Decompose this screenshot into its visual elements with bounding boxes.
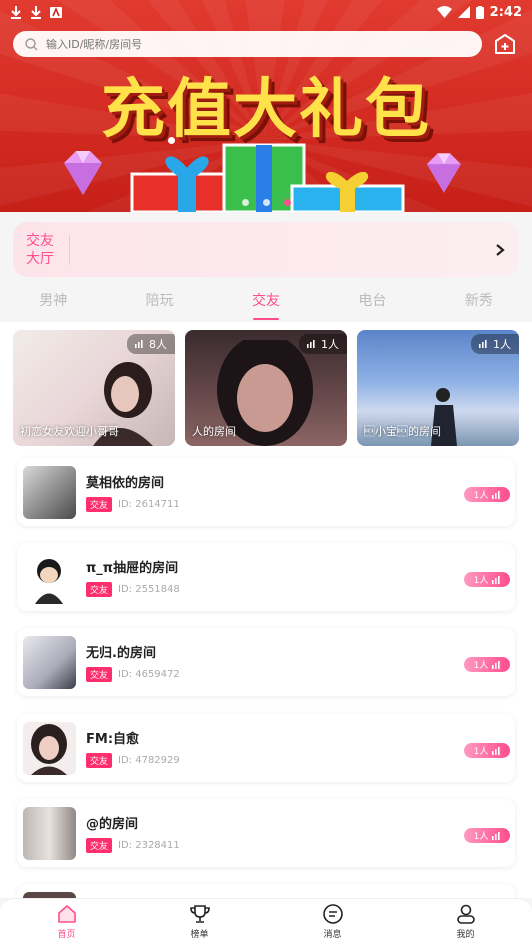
room-row[interactable]: π_π抽屉的房间 交友 ID: 2551848 1人 <box>17 543 515 611</box>
bars-icon <box>307 340 315 348</box>
room-tag: 交友 <box>86 838 113 853</box>
bars-icon <box>479 340 487 348</box>
tab-male-god[interactable]: 男神 <box>0 286 106 320</box>
tab-dating[interactable]: 交友 <box>213 286 319 320</box>
bars-icon <box>492 490 500 499</box>
nav-messages[interactable]: 消息 <box>266 899 399 944</box>
gift-blue-icon <box>290 172 405 212</box>
room-avatar <box>23 806 76 860</box>
room-row[interactable]: @的房间 交友 ID: 2328411 1人 <box>17 799 515 867</box>
message-icon <box>322 904 343 924</box>
bars-icon <box>492 831 500 840</box>
room-avatar <box>23 721 76 775</box>
online-badge: 1人 <box>464 743 510 758</box>
carousel-dot[interactable] <box>262 199 270 206</box>
room-title: 莫相依的房间 <box>86 476 165 491</box>
room-title: FM:自愈 <box>86 732 140 747</box>
category-tabs: 男神 陪玩 交友 电台 新秀 <box>0 286 532 320</box>
status-time: 2:42 <box>489 4 522 20</box>
nav-home[interactable]: 首页 <box>0 899 133 944</box>
room-list-area: 8人 初恋女友欢迎小哥哥 1人 人的房间 1人 小宝的房间 莫相依的房间 <box>0 322 532 898</box>
signal-icon <box>457 6 470 18</box>
download-icon <box>31 5 41 19</box>
room-online-count: 8人 <box>127 334 175 354</box>
room-name: 初恋女友欢迎小哥哥 <box>20 425 119 438</box>
featured-room-card[interactable]: 8人 初恋女友欢迎小哥哥 <box>13 330 175 446</box>
nav-profile[interactable]: 我的 <box>399 899 532 944</box>
search-input[interactable] <box>46 37 446 51</box>
bars-icon <box>492 660 500 669</box>
bars-icon <box>492 575 500 584</box>
banner-title: 充值大礼包 <box>101 73 431 147</box>
status-notifications <box>10 5 62 19</box>
download-icon <box>11 5 21 19</box>
profile-icon <box>456 904 475 924</box>
room-online-count: 1人 <box>299 334 347 354</box>
room-row[interactable]: 莫相依的房间 交友 ID: 2614711 1人 <box>17 458 515 526</box>
tab-radio[interactable]: 电台 <box>319 286 425 320</box>
featured-rooms: 8人 初恋女友欢迎小哥哥 1人 人的房间 1人 小宝的房间 <box>13 330 519 446</box>
status-bar: 2:42 <box>0 0 532 24</box>
create-room-icon[interactable] <box>493 32 517 56</box>
room-tag: 交友 <box>86 667 113 682</box>
carousel-dot[interactable] <box>241 199 249 206</box>
carousel-indicator <box>0 199 532 206</box>
hall-divider <box>69 234 70 265</box>
room-row-partial[interactable] <box>17 884 515 898</box>
room-avatar <box>23 635 76 689</box>
bottom-navigation: 首页 榜单 消息 我的 <box>0 898 532 944</box>
banner-sparkle <box>168 137 175 144</box>
wifi-icon <box>436 6 452 18</box>
room-tag: 交友 <box>86 582 113 597</box>
online-badge: 1人 <box>464 657 510 672</box>
online-badge: 1人 <box>464 487 510 502</box>
room-online-count: 1人 <box>471 334 519 354</box>
hall-label: 交友大厅 <box>26 232 54 267</box>
nav-ranking[interactable]: 榜单 <box>133 899 266 944</box>
room-id: ID: 4782929 <box>118 755 180 766</box>
room-avatar <box>23 465 76 519</box>
online-badge: 1人 <box>464 572 510 587</box>
trophy-icon <box>189 905 210 923</box>
room-row[interactable]: FM:自愈 交友 ID: 4782929 1人 <box>17 714 515 782</box>
tab-newcomer[interactable]: 新秀 <box>426 286 532 320</box>
featured-room-card[interactable]: 1人 小宝的房间 <box>357 330 519 446</box>
room-tag: 交友 <box>86 497 113 512</box>
room-title: π_π抽屉的房间 <box>86 561 179 576</box>
room-name: 人的房间 <box>192 425 236 438</box>
chevron-right-icon <box>496 243 505 256</box>
status-system: 2:42 <box>436 4 522 20</box>
tab-play-companion[interactable]: 陪玩 <box>106 286 212 320</box>
featured-room-card[interactable]: 1人 人的房间 <box>185 330 347 446</box>
search-icon <box>25 37 38 50</box>
app-notification-icon <box>50 6 62 18</box>
room-title: @的房间 <box>86 817 139 832</box>
room-avatar <box>23 550 76 604</box>
room-row[interactable]: 无归.的房间 交友 ID: 4659472 1人 <box>17 628 515 696</box>
room-id: ID: 2551848 <box>118 584 180 595</box>
carousel-dot-active[interactable] <box>283 199 291 206</box>
room-title: 无归.的房间 <box>86 646 156 661</box>
home-icon <box>57 905 76 923</box>
battery-icon <box>475 5 484 19</box>
diamond-right-icon <box>426 153 461 193</box>
room-id: ID: 2328411 <box>118 840 180 851</box>
room-name: 小宝的房间 <box>364 425 441 438</box>
bars-icon <box>135 340 143 348</box>
chat-hall-entry[interactable]: 交友大厅 <box>13 222 519 277</box>
online-badge: 1人 <box>464 828 510 843</box>
room-tag: 交友 <box>86 753 113 768</box>
search-bar[interactable] <box>13 31 482 57</box>
room-id: ID: 2614711 <box>118 499 180 510</box>
diamond-left-icon <box>64 151 102 195</box>
room-id: ID: 4659472 <box>118 669 180 680</box>
bars-icon <box>492 746 500 755</box>
